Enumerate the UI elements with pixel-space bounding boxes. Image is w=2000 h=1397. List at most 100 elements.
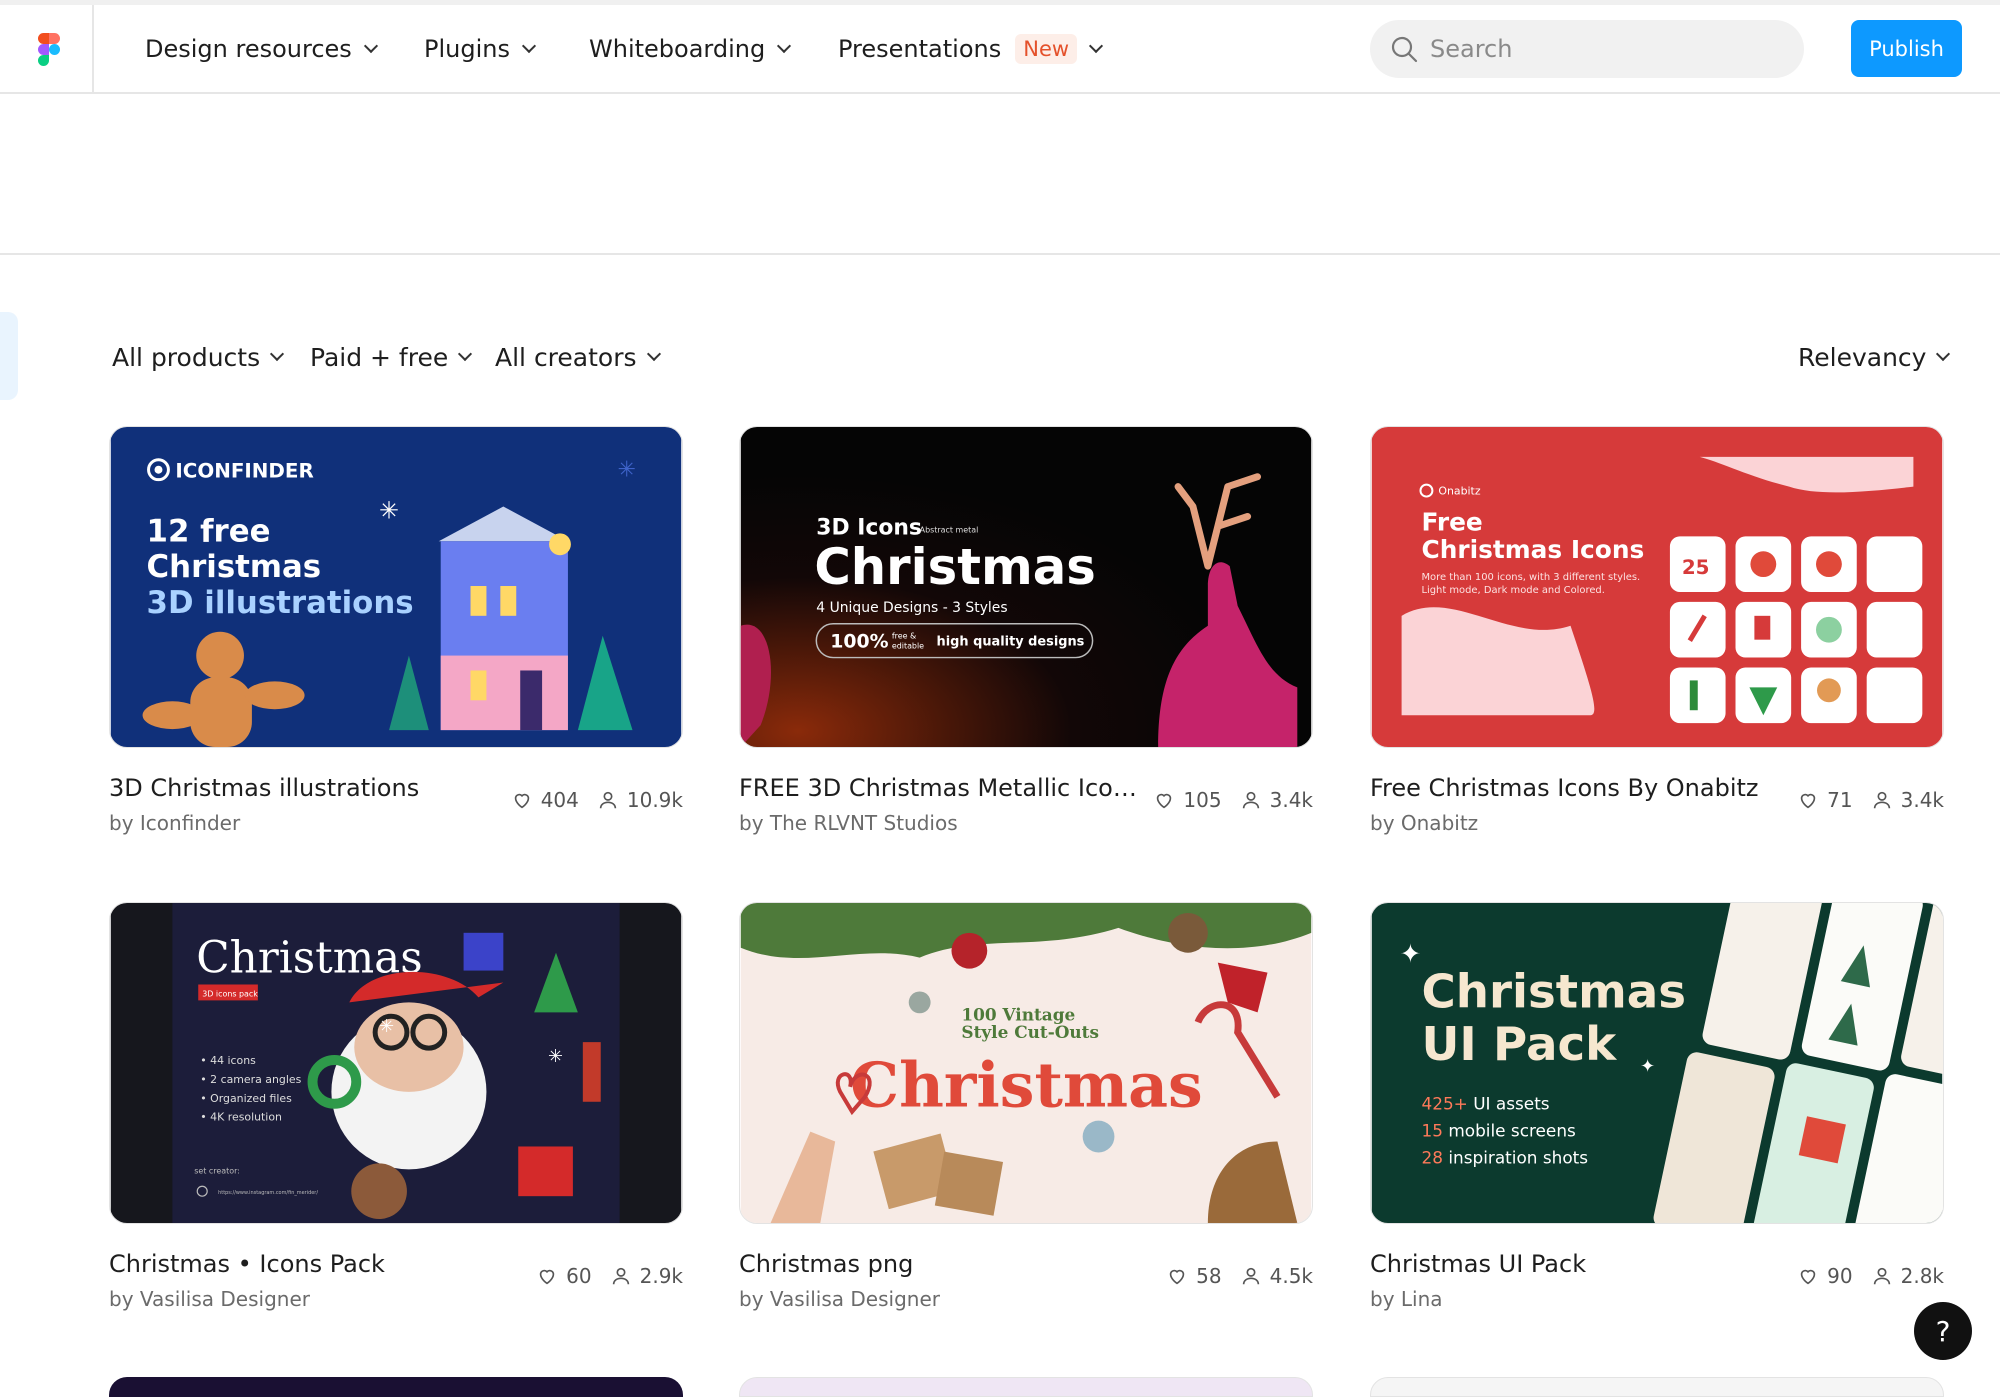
card-title[interactable]: Christmas • Icons Pack [109,1250,385,1278]
filter-creators-label: All creators [495,342,637,372]
heart-icon [539,1269,555,1285]
card-stats: 58 4.5k [1148,1264,1313,1288]
card-author[interactable]: by Vasilisa Designer [739,1287,940,1311]
card-author[interactable]: by Vasilisa Designer [109,1287,310,1311]
figma-logo-icon[interactable] [38,33,60,66]
user-icon [1242,791,1259,809]
thumb-headline: Christmas [850,1049,1203,1122]
card-stats: 90 2.8k [1779,1264,1944,1288]
likes-stat[interactable]: 58 [1166,1264,1222,1288]
users-stat: 4.5k [1240,1264,1313,1288]
chevron-down-icon [1936,346,1951,362]
likes-stat[interactable]: 404 [511,788,579,812]
card-thumbnail[interactable]: 3D Icons Abstract metal Christmas 4 Uniq… [739,426,1313,748]
thumb-desc1: More than 100 icons, with 3 different st… [1421,572,1640,583]
card-author[interactable]: by Onabitz [1370,811,1478,835]
thumb-stat-text: mobile screens [1443,1121,1576,1141]
filter-pricing[interactable]: Paid + free [310,330,473,384]
filter-products-label: All products [112,342,261,372]
card-title[interactable]: 3D Christmas illustrations [109,774,419,802]
card-thumbnail[interactable]: ICONFINDER 12 free Christmas 3D illustra… [109,426,683,748]
filter-products[interactable]: All products [112,330,285,384]
nav-design-resources-label: Design resources [145,34,352,63]
thumb-stat-text: inspiration shots [1443,1147,1588,1167]
thumb-bullet-text: 2 camera angles [210,1073,301,1086]
likes-stat[interactable]: 71 [1797,788,1853,812]
card-title[interactable]: Free Christmas Icons By Onabitz [1370,774,1759,802]
thumb-line2: Christmas [147,549,322,585]
users-stat: 2.8k [1871,1264,1944,1288]
publish-button[interactable]: Publish [1851,20,1962,77]
thumb-bullet-text: 4K resolution [210,1111,282,1124]
search-input[interactable] [1428,34,1762,64]
likes-count: 90 [1827,1264,1853,1288]
next-card-thumbnail[interactable] [109,1377,683,1397]
chevron-down-icon [1088,38,1104,53]
users-count: 2.8k [1900,1264,1944,1288]
likes-count: 105 [1183,788,1222,812]
users-stat: 2.9k [610,1264,683,1288]
nav-plugins[interactable]: Plugins [424,5,537,92]
user-icon [1873,1267,1890,1285]
help-button[interactable]: ? [1914,1302,1972,1360]
likes-stat[interactable]: 90 [1797,1264,1853,1288]
filter-creators[interactable]: All creators [495,330,661,384]
card-author[interactable]: by Iconfinder [109,811,240,835]
filter-pricing-label: Paid + free [310,342,449,372]
snowflake-icon: ✳ [379,496,399,524]
card-thumbnail[interactable]: Onabitz Free Christmas Icons More than 1… [1370,426,1944,748]
thumbnail-illustration: ✦ ✦ Christmas UI Pack 425+ UI assets 15 … [1371,903,1943,1223]
user-icon [612,1267,629,1285]
thumb-line1: Free [1421,507,1482,536]
next-card-thumbnail[interactable] [1370,1377,1944,1397]
thumb-line2: Christmas Icons [1421,535,1644,564]
card-stats: 105 3.4k [1135,788,1313,812]
thumbnail-illustration: ICONFINDER 12 free Christmas 3D illustra… [110,427,682,747]
snowflake-icon: ✳ [379,1016,394,1037]
thumbnail-illustration: 3D Icons Abstract metal Christmas 4 Uniq… [740,427,1312,747]
card-title[interactable]: Christmas png [739,1250,913,1278]
card-thumbnail[interactable]: 100 Vintage Style Cut-Outs Christmas [739,902,1313,1224]
likes-stat[interactable]: 105 [1153,788,1222,812]
card-stats: 404 10.9k [493,788,683,812]
nav-design-resources[interactable]: Design resources [145,5,378,92]
chevron-down-icon [646,346,661,362]
heart-icon [1157,793,1172,809]
sparkle-icon: ✦ [1400,940,1422,970]
sort-dropdown[interactable]: Relevancy [1798,330,1951,384]
thumb-kicker: 3D Icons [816,515,922,540]
thumb-stat-line: 425+ UI assets [1421,1094,1549,1114]
card-stats: 71 3.4k [1779,788,1944,812]
likes-stat[interactable]: 60 [536,1264,592,1288]
next-card-thumbnail[interactable] [739,1377,1313,1397]
thumb-pill-percent: 100% [830,631,888,653]
nav-whiteboarding[interactable]: Whiteboarding [589,5,792,92]
users-count: 3.4k [1900,788,1944,812]
card-title[interactable]: Christmas UI Pack [1370,1250,1586,1278]
thumb-stat-number: 425+ [1421,1094,1467,1114]
card-thumbnail[interactable]: Christmas 3D icons pack • 44 icons • 2 c… [109,902,683,1224]
users-stat: 3.4k [1240,788,1313,812]
search-box[interactable] [1370,20,1804,78]
users-count: 10.9k [626,788,683,812]
side-panel-tab[interactable] [0,312,18,400]
thumb-stat-text: UI assets [1468,1094,1550,1114]
thumb-subtitle: 4 Unique Designs - 3 Styles [816,600,1007,616]
heart-icon [1800,793,1816,809]
nav-presentations[interactable]: Presentations New [838,5,1104,92]
thumbnail-illustration: 100 Vintage Style Cut-Outs Christmas [740,903,1312,1223]
snowflake-icon: ✳ [618,458,636,483]
thumb-set-creator: set creator: [194,1166,240,1175]
thumb-line1: 12 free [147,513,271,549]
user-icon [599,791,617,809]
heart-icon [514,793,529,809]
thumb-stat-line: 28 inspiration shots [1421,1147,1588,1167]
likes-count: 60 [566,1264,592,1288]
chevron-down-icon [458,346,473,362]
card-title[interactable]: FREE 3D Christmas Metallic Icon... [739,774,1149,802]
card-author[interactable]: by Lina [1370,1287,1443,1311]
card-author[interactable]: by The RLVNT Studios [739,811,958,835]
card-thumbnail[interactable]: ✦ ✦ Christmas UI Pack 425+ UI assets 15 … [1370,902,1944,1224]
thumb-brand-text: Onabitz [1438,485,1480,498]
users-stat: 3.4k [1871,788,1944,812]
